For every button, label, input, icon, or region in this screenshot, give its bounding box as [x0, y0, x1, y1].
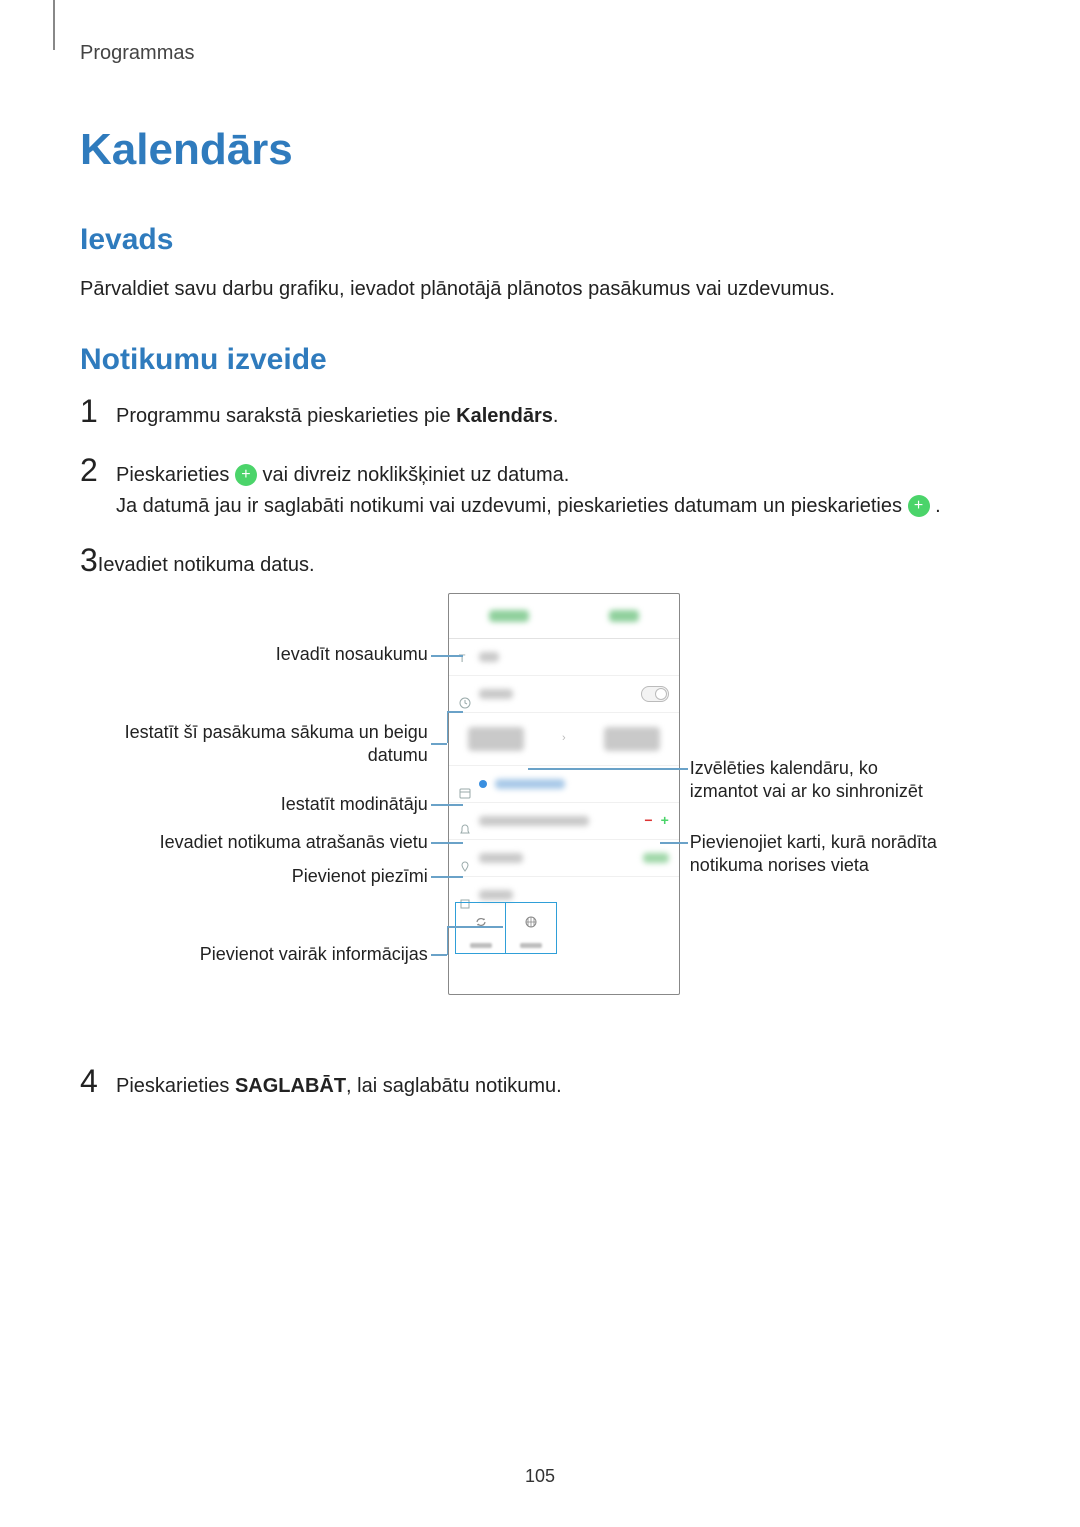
- leader-line: [660, 842, 688, 844]
- text: Pieskarieties: [116, 1075, 235, 1097]
- leader-line: [431, 804, 463, 806]
- globe-icon: [524, 908, 538, 939]
- header-blur: [489, 610, 529, 622]
- label-blur: [520, 943, 542, 948]
- step-2: 2 Pieskarieties + vai divreiz noklikšķin…: [80, 454, 1000, 522]
- text: Programmu sarakstā pieskarieties pie: [116, 405, 456, 427]
- page-title: Kalendārs: [80, 125, 1000, 175]
- map-blur: [643, 853, 669, 863]
- toggle-switch: [641, 686, 669, 702]
- step-list: 1 Programmu sarakstā pieskarieties pie K…: [80, 395, 1000, 1102]
- leader-line: [431, 954, 447, 956]
- note-icon: [459, 889, 471, 901]
- step-body: Ievadiet notikuma datus. T: [98, 544, 1018, 1043]
- leader-line: [431, 876, 463, 878]
- callout-calendar: Izvēlēties kalendāru, ko izmantot vai ar…: [690, 757, 950, 802]
- callout-more: Pievienot vairāk informācijas: [98, 943, 428, 966]
- title-row: T: [449, 639, 679, 676]
- header-blur: [609, 610, 639, 622]
- calendar-row: [449, 766, 679, 803]
- calendar-icon: [459, 778, 471, 790]
- cursor-blur: [479, 652, 499, 662]
- alarm-row: − +: [449, 803, 679, 840]
- text: .: [553, 405, 559, 427]
- leader-line: [431, 842, 463, 844]
- time-blur: [468, 727, 524, 751]
- leader-line: [528, 768, 688, 770]
- breadcrumb: Programmas: [80, 42, 1000, 65]
- time-row: ›: [449, 713, 679, 766]
- step-number: 1: [80, 395, 116, 427]
- step-3: 3 Ievadiet notikuma datus. T: [80, 544, 1000, 1043]
- event-editor-diagram: T: [98, 593, 1018, 1033]
- phone-header: [449, 594, 679, 639]
- step-body: Pieskarieties SAGLABĀT, lai saglabātu no…: [116, 1065, 1000, 1102]
- leader-line: [447, 926, 449, 955]
- chevron-right-icon: ›: [562, 730, 566, 747]
- more-info-box: [455, 902, 557, 954]
- leader-line: [447, 711, 449, 743]
- step-body: Pieskarieties + vai divreiz noklikšķinie…: [116, 454, 1000, 522]
- callout-dates: Iestatīt šī pasākuma sākuma un beigu dat…: [98, 721, 428, 766]
- clock-icon: [459, 688, 471, 700]
- text: , lai saglabātu notikumu.: [346, 1075, 562, 1097]
- label-blur: [495, 779, 565, 789]
- leader-line: [447, 926, 503, 928]
- text: Pieskarieties: [116, 464, 235, 486]
- callout-title: Ievadīt nosaukumu: [98, 643, 428, 666]
- dot-icon: [479, 780, 487, 788]
- corner-rule: [53, 0, 55, 50]
- timezone-cell: [506, 903, 556, 953]
- step-4: 4 Pieskarieties SAGLABĀT, lai saglabātu …: [80, 1065, 1000, 1102]
- phone-mockup: T: [448, 593, 680, 995]
- callout-note: Pievienot piezīmi: [98, 865, 428, 888]
- step-1: 1 Programmu sarakstā pieskarieties pie K…: [80, 395, 1000, 432]
- repeat-icon: [474, 908, 488, 939]
- pin-icon: [459, 852, 471, 864]
- section-heading-create: Notikumu izveide: [80, 343, 1000, 377]
- plus-icon: +: [908, 495, 930, 517]
- intro-text: Pārvaldiet savu darbu grafiku, ievadot p…: [80, 275, 1000, 303]
- text: Ja datumā jau ir saglabāti notikumi vai …: [116, 495, 908, 517]
- text-icon: T: [459, 651, 471, 663]
- plus-small-icon: +: [661, 810, 669, 832]
- leader-line: [447, 711, 463, 713]
- label-blur: [479, 890, 513, 900]
- bell-icon: [459, 815, 471, 827]
- page-number: 105: [525, 1466, 555, 1487]
- label-blur: [479, 689, 513, 699]
- allday-row: [449, 676, 679, 713]
- step-number: 4: [80, 1065, 116, 1097]
- bold: SAGLABĀT: [235, 1075, 346, 1097]
- leader-line: [431, 743, 447, 745]
- label-blur: [479, 816, 589, 826]
- text: vai divreiz noklikšķiniet uz datuma.: [263, 464, 570, 486]
- callout-map: Pievienojiet karti, kurā norādīta notiku…: [690, 831, 950, 876]
- label-blur: [470, 943, 492, 948]
- step-body: Programmu sarakstā pieskarieties pie Kal…: [116, 395, 1000, 432]
- location-row: [449, 840, 679, 877]
- step-number: 3: [80, 544, 98, 576]
- text: .: [935, 495, 941, 517]
- section-heading-intro: Ievads: [80, 223, 1000, 257]
- leader-line: [431, 655, 463, 657]
- repeat-cell: [456, 903, 507, 953]
- step-number: 2: [80, 454, 116, 486]
- minus-icon: −: [644, 810, 652, 832]
- bold: Kalendārs: [456, 405, 553, 427]
- label-blur: [479, 853, 523, 863]
- text: Ievadiet notikuma datus.: [98, 554, 315, 576]
- callout-location: Ievadiet notikuma atrašanās vietu: [98, 831, 428, 854]
- callout-alarm: Iestatīt modinātāju: [98, 793, 428, 816]
- time-blur: [604, 727, 660, 751]
- plus-icon: +: [235, 464, 257, 486]
